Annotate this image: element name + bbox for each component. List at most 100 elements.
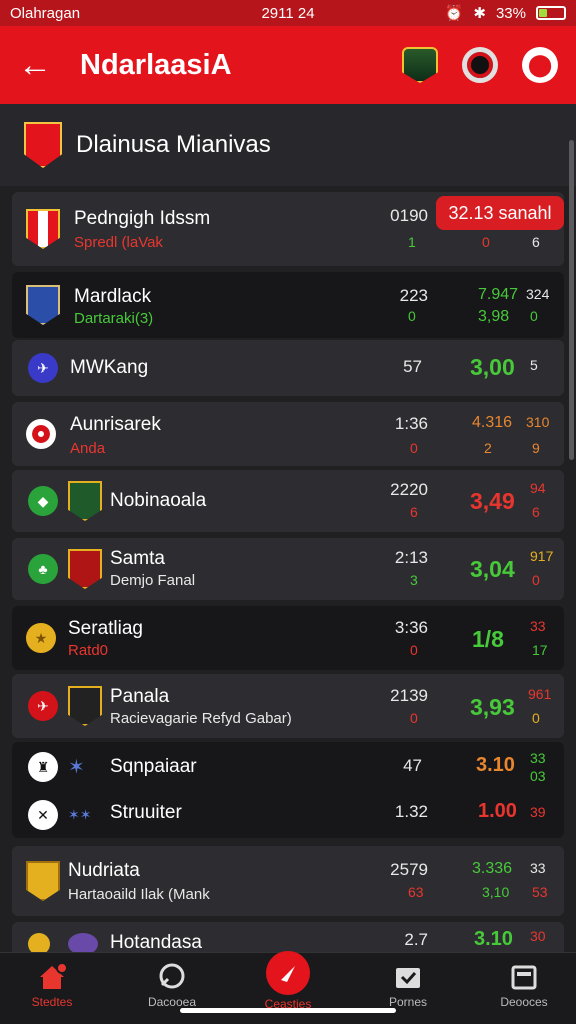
tab-home[interactable]: Stedtes	[2, 953, 102, 1024]
team-name: Hotandasa	[110, 932, 202, 953]
team-crest-icon	[26, 861, 60, 901]
match-row[interactable]: ♣ Samta Demjo Fanal 2:13 3 3,04 917 0	[12, 538, 564, 600]
odds-badge[interactable]: 32.13 sanahl	[436, 196, 564, 230]
scrollbar[interactable]	[569, 140, 574, 460]
home-icon	[37, 962, 68, 991]
carrier-name: Olahragan	[10, 4, 81, 22]
home-indicator[interactable]	[180, 1008, 396, 1013]
match-count: 63	[408, 884, 424, 900]
play-icon	[266, 951, 310, 995]
team-name: Nudriata	[68, 860, 140, 881]
team-name: Sqnpaiaar	[110, 756, 197, 777]
match-row[interactable]: ♜ ✶ Sqnpaiaar 47 3.10 33 03	[12, 742, 564, 792]
match-row[interactable]: ✕ ✶✶ Struuiter 1.32 1.00 39	[12, 792, 564, 838]
team-name: Seratliag	[68, 618, 143, 639]
odds-extra-2: 17	[532, 642, 548, 658]
odds-value-2: 3,10	[482, 884, 510, 900]
bird-icon: ✈	[28, 691, 58, 721]
odds-extra-2: 03	[530, 768, 546, 784]
match-score: 2.7	[404, 930, 428, 949]
odds-value: 4.316	[472, 414, 513, 431]
match-count: 0	[408, 308, 416, 324]
team-subtitle: Dartaraki(3)	[74, 310, 154, 327]
team-logo-icon: ♜	[28, 752, 58, 782]
tab-live[interactable]: Ceasties	[238, 951, 338, 1024]
odds-extra-2: 0	[532, 572, 540, 588]
odds-extra: 917	[530, 548, 554, 564]
match-row[interactable]: Mardlack Dartaraki(3) 223 0 7.947 3,98 3…	[12, 272, 564, 338]
team-name: Nobinaoala	[110, 490, 207, 511]
team-subtitle: Racievagarie Refyd Gabar)	[110, 710, 292, 727]
match-count: 6	[410, 504, 418, 520]
team-crest-icon	[26, 285, 60, 325]
match-row[interactable]: Aunrisarek Anda 1:36 0 4.316 2 310 9	[12, 402, 564, 466]
team-logo-icon: ✕	[28, 800, 58, 830]
odds-value[interactable]: 3,00	[470, 354, 515, 381]
tab-search[interactable]: Dacooea	[122, 953, 222, 1024]
match-score: 57	[403, 357, 422, 376]
odds-value[interactable]: 3.10	[476, 754, 515, 777]
odds-value[interactable]: 3,04	[470, 556, 515, 583]
bluetooth-icon: ✱	[473, 5, 486, 22]
odds-extra: 94	[530, 480, 546, 496]
match-row[interactable]: ✈ MWKang 57 3,00 5	[12, 340, 564, 396]
match-row[interactable]: Hotandasa 2.7 3.10 30	[12, 922, 564, 955]
match-row[interactable]: ✈ Panala Racievagarie Refyd Gabar) 2139 …	[12, 674, 564, 738]
tab-label: Deooces	[500, 995, 548, 1009]
odds-extra: 5	[530, 357, 538, 373]
team-crest-icon: ✶	[68, 756, 85, 779]
odds-extra: 961	[528, 686, 552, 702]
match-score: 1:36	[394, 414, 428, 433]
match-score: 2579	[390, 860, 428, 879]
match-count: 1	[408, 234, 416, 250]
match-row[interactable]: Nudriata Hartaoaild Ilak (Mank 2579 63 3…	[12, 846, 564, 916]
odds-value-2: 3,98	[478, 308, 510, 325]
odds-value[interactable]: 3,49	[470, 488, 515, 515]
team-name: Pedngigh Idssm	[74, 208, 211, 229]
odds-value[interactable]: 3,93	[470, 694, 515, 721]
odds-value: 7.947	[478, 286, 519, 303]
team-subtitle: Anda	[70, 440, 106, 457]
odds-value[interactable]: 3.10	[474, 928, 513, 951]
match-score: 1.32	[394, 802, 428, 821]
odds-extra: 33	[530, 860, 546, 876]
match-score: 223	[399, 286, 428, 305]
record-icon[interactable]	[462, 47, 498, 83]
tab-calendar[interactable]: Pornes	[358, 953, 458, 1024]
team-crest-icon[interactable]	[402, 47, 438, 83]
odds-extra: 39	[530, 804, 546, 820]
match-row[interactable]: ★ Seratliag Ratd0 3:36 0 1/8 33 17	[12, 606, 564, 670]
odds-extra: 33	[530, 750, 546, 766]
odds-value: 0	[482, 234, 490, 250]
odds-extra: 6	[532, 234, 540, 250]
team-crest-icon	[68, 686, 102, 726]
odds-value[interactable]: 1.00	[478, 800, 517, 823]
odds-extra: 324	[526, 286, 550, 302]
league-name: Dlainusa Mianivas	[76, 131, 271, 158]
location-pin-icon[interactable]: ⬤	[522, 47, 558, 83]
tab-news[interactable]: Deooces	[474, 953, 574, 1024]
match-score: 2139	[390, 686, 428, 705]
news-icon	[509, 963, 539, 991]
calendar-icon	[393, 963, 423, 991]
battery-icon	[536, 6, 566, 20]
odds-extra: 30	[530, 928, 546, 944]
back-arrow-icon[interactable]: ←	[18, 46, 66, 85]
match-score: 3:36	[394, 618, 428, 637]
odds-value[interactable]: 1/8	[472, 626, 504, 653]
match-row[interactable]: Pedngigh Idssm Spredl (laVak 0190 1 32.1…	[12, 192, 564, 266]
team-name: Aunrisarek	[70, 414, 161, 435]
page-title: NdarlaasiA	[80, 48, 232, 81]
odds-value: 3.336	[472, 860, 513, 877]
team-name: MWKang	[70, 357, 149, 378]
odds-extra-2: 53	[532, 884, 548, 900]
team-subtitle: Ratd0	[68, 642, 109, 659]
league-crest-icon	[24, 122, 62, 168]
plane-icon: ✈	[28, 353, 58, 383]
match-row[interactable]: ◆ Nobinaoala 2220 6 3,49 94 6	[12, 470, 564, 532]
match-count: 0	[410, 642, 418, 658]
team-subtitle: Spredl (laVak	[74, 234, 163, 251]
team-name: Panala	[110, 686, 170, 707]
tab-label: Pornes	[388, 995, 428, 1009]
coin-icon: ★	[26, 623, 56, 653]
